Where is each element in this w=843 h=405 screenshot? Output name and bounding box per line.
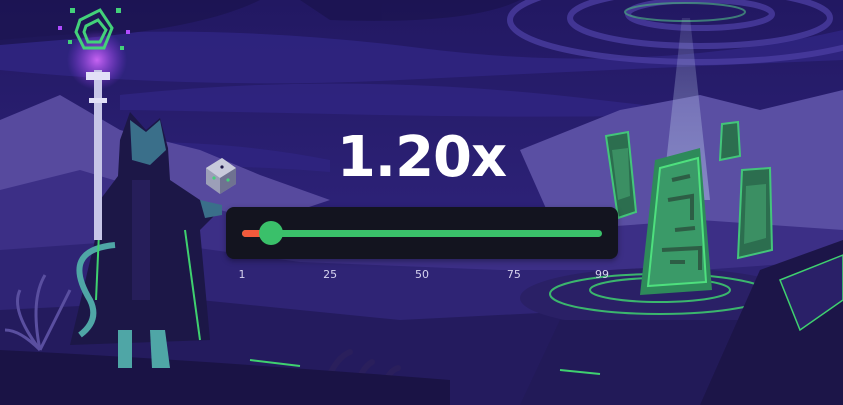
- slider-tick-labels: 1 25 50 75 99: [0, 268, 843, 284]
- slider-tick-label: 1: [238, 268, 246, 281]
- slider-track[interactable]: [242, 221, 602, 245]
- risk-slider-panel: [226, 207, 618, 259]
- slider-tick-label: 50: [415, 268, 429, 281]
- slider-thumb[interactable]: [259, 221, 283, 245]
- slider-tick-label: 75: [506, 268, 521, 281]
- multiplier-display: 1.20x: [336, 125, 507, 190]
- slider-tick-label: 25: [323, 268, 338, 281]
- background-scene: [0, 0, 843, 405]
- slider-tick-label: 99: [595, 268, 609, 281]
